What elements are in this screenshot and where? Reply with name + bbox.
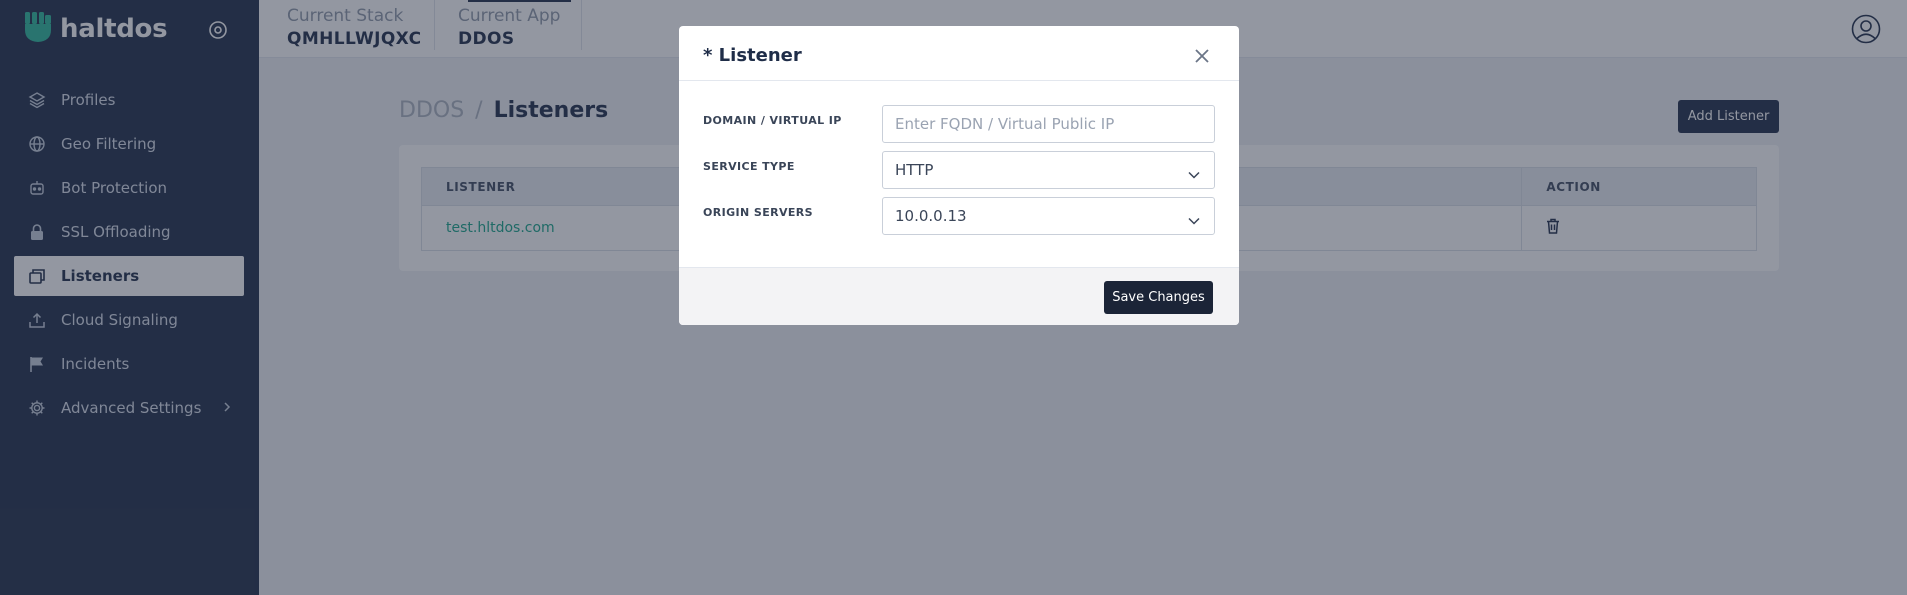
service-type-value: HTTP [895, 161, 934, 179]
origin-servers-select[interactable]: 10.0.0.13 [882, 197, 1215, 235]
service-type-label: SERVICE TYPE [703, 160, 795, 173]
origin-servers-row: ORIGIN SERVERS 10.0.0.13 [703, 197, 1215, 235]
domain-label: DOMAIN / VIRTUAL IP [703, 114, 842, 127]
service-type-select[interactable]: HTTP [882, 151, 1215, 189]
domain-row: DOMAIN / VIRTUAL IP [703, 105, 1215, 143]
origin-servers-value: 10.0.0.13 [895, 207, 967, 225]
close-icon[interactable] [1195, 48, 1209, 67]
modal-footer: Save Changes [679, 267, 1239, 325]
modal-title: * Listener [703, 45, 802, 66]
save-changes-button[interactable]: Save Changes [1104, 281, 1213, 314]
chevron-down-icon [1188, 165, 1200, 183]
listener-modal: * Listener DOMAIN / VIRTUAL IP SERVICE T… [679, 26, 1239, 325]
chevron-down-icon [1188, 211, 1200, 229]
origin-servers-label: ORIGIN SERVERS [703, 206, 813, 219]
service-type-row: SERVICE TYPE HTTP [703, 151, 1215, 189]
domain-input[interactable] [882, 105, 1215, 143]
modal-header: * Listener [679, 26, 1239, 81]
